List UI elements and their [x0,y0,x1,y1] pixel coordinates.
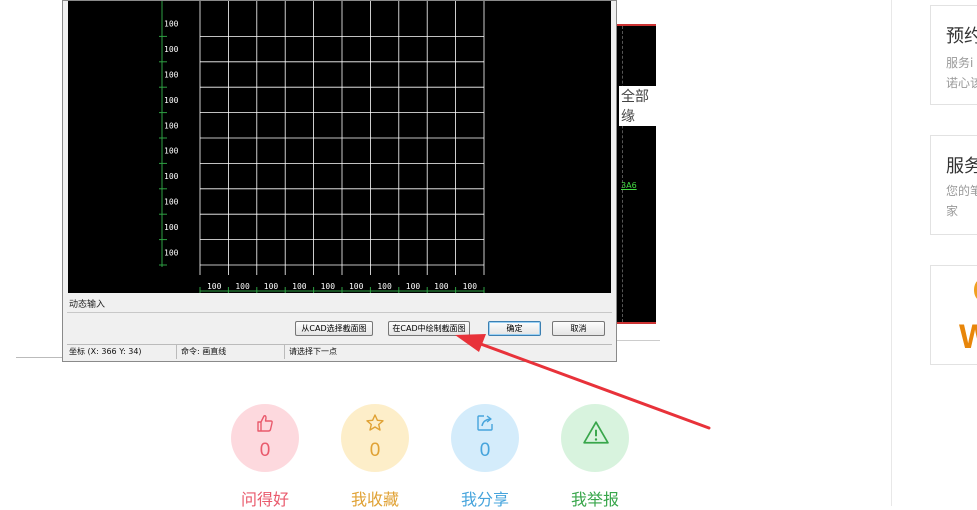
report-circle[interactable] [561,404,629,472]
good-question-count: 0 [259,440,271,461]
share-icon [477,415,493,431]
good-question-label: 问得好 [240,492,289,509]
report-label: 我举报 [570,492,619,509]
favorite-circle[interactable]: 0 [341,404,409,472]
sidebar-card-appointment[interactable]: 预约 服务i 诺心该 [930,5,977,105]
promo-logo-text: W [959,318,977,357]
action-good-question[interactable]: 0 问得好 [230,404,300,510]
action-share[interactable]: 0 我分享 [450,404,520,510]
share-count: 0 [479,440,491,461]
appointment-desc-line1: 服务i [946,56,974,70]
star-icon [366,414,384,431]
action-favorite[interactable]: 0 我收藏 [340,404,410,510]
sidebar-divider [891,0,892,506]
sidebar-card-promo[interactable]: W [930,265,977,365]
thumbs-up-icon [257,415,273,432]
good-question-circle[interactable]: 0 [231,404,299,472]
favorite-count: 0 [369,440,381,461]
appointment-title: 预约 [946,26,977,47]
favorite-label: 我收藏 [350,492,399,509]
warning-icon [583,421,609,444]
service-desc-line2: 家 [946,204,959,218]
action-report[interactable]: 我举报 [560,404,630,510]
share-circle[interactable]: 0 [451,404,519,472]
service-desc-line1: 您的笔 [946,184,977,198]
service-title: 服务 [946,156,977,177]
sidebar-card-service[interactable]: 服务 您的笔 家 [930,135,977,235]
share-label: 我分享 [460,492,509,509]
appointment-desc-line2: 诺心该 [946,76,977,90]
